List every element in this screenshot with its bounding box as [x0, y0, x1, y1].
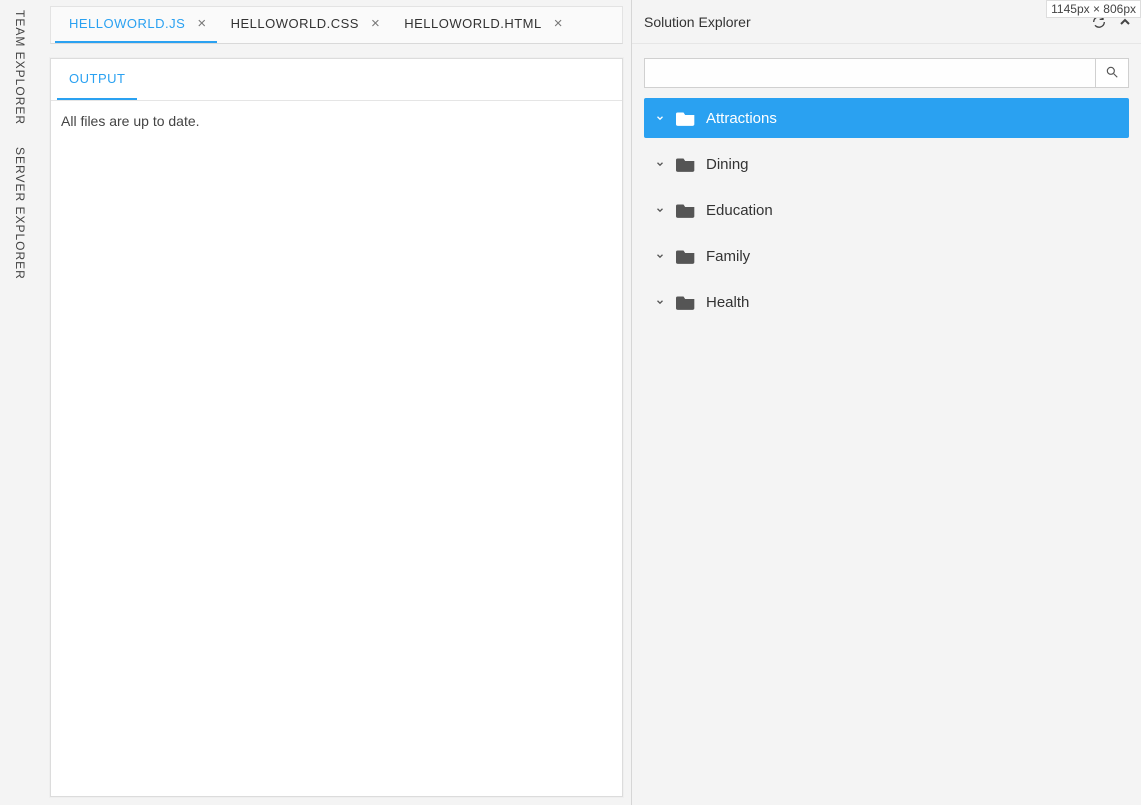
- app-root: TEAM EXPLORER SERVER EXPLORER HELLOWORLD…: [0, 0, 1141, 805]
- chevron-down-icon[interactable]: [654, 158, 666, 170]
- solution-explorer-panel: 1145px × 806px Solution Explorer: [631, 0, 1141, 805]
- search-icon: [1105, 65, 1119, 82]
- folder-icon: [676, 248, 696, 264]
- tree-item-label: Family: [706, 248, 750, 265]
- file-tab-css[interactable]: HELLOWORLD.CSS ×: [217, 5, 391, 43]
- tree-item-label: Dining: [706, 156, 749, 173]
- tab-output[interactable]: OUTPUT: [57, 58, 137, 100]
- dimensions-badge: 1145px × 806px: [1046, 0, 1141, 18]
- tree-item-label: Health: [706, 294, 749, 311]
- search-row: [644, 58, 1129, 88]
- close-icon[interactable]: ×: [197, 16, 206, 31]
- solution-tree: Attractions Dining: [644, 98, 1129, 322]
- folder-icon: [676, 110, 696, 126]
- solution-explorer-title: Solution Explorer: [644, 14, 751, 30]
- rail-item-server-explorer[interactable]: SERVER EXPLORER: [13, 147, 27, 280]
- file-tab-label: HELLOWORLD.HTML: [404, 16, 542, 31]
- chevron-down-icon[interactable]: [654, 204, 666, 216]
- file-tab-js[interactable]: HELLOWORLD.JS ×: [55, 5, 217, 43]
- inner-tab-strip: OUTPUT: [51, 59, 622, 101]
- file-tab-strip: HELLOWORLD.JS × HELLOWORLD.CSS × HELLOWO…: [50, 6, 623, 44]
- output-body: All files are up to date.: [51, 101, 622, 796]
- folder-icon: [676, 294, 696, 310]
- folder-icon: [676, 156, 696, 172]
- chevron-down-icon[interactable]: [654, 296, 666, 308]
- output-text: All files are up to date.: [61, 113, 200, 129]
- editor-column: HELLOWORLD.JS × HELLOWORLD.CSS × HELLOWO…: [40, 0, 631, 805]
- file-tab-label: HELLOWORLD.JS: [69, 16, 185, 31]
- file-tab-html[interactable]: HELLOWORLD.HTML ×: [390, 5, 573, 43]
- tree-item-education[interactable]: Education: [644, 190, 1129, 230]
- tree-item-dining[interactable]: Dining: [644, 144, 1129, 184]
- close-icon[interactable]: ×: [371, 16, 380, 31]
- tree-item-label: Attractions: [706, 110, 777, 127]
- search-input[interactable]: [644, 58, 1095, 88]
- tree-item-health[interactable]: Health: [644, 282, 1129, 322]
- output-panel: OUTPUT All files are up to date.: [50, 58, 623, 797]
- chevron-down-icon[interactable]: [654, 112, 666, 124]
- tree-item-label: Education: [706, 202, 773, 219]
- rail-item-team-explorer[interactable]: TEAM EXPLORER: [13, 10, 27, 125]
- search-button[interactable]: [1095, 58, 1129, 88]
- folder-icon: [676, 202, 696, 218]
- file-tab-label: HELLOWORLD.CSS: [231, 16, 359, 31]
- side-rail: TEAM EXPLORER SERVER EXPLORER: [0, 0, 40, 805]
- solution-explorer-body: Attractions Dining: [632, 44, 1141, 805]
- tree-item-family[interactable]: Family: [644, 236, 1129, 276]
- close-icon[interactable]: ×: [554, 16, 563, 31]
- tree-item-attractions[interactable]: Attractions: [644, 98, 1129, 138]
- chevron-down-icon[interactable]: [654, 250, 666, 262]
